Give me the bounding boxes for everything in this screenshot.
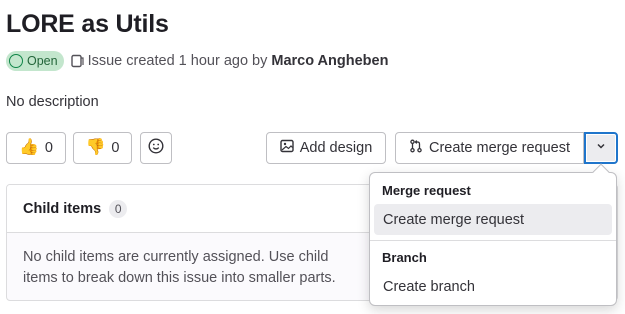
dropdown-arrow [592, 163, 610, 181]
thumbs-up-button[interactable]: 👍 0 [6, 132, 66, 164]
issue-meta: Open Issue created 1 hour ago by Marco A… [6, 50, 388, 71]
thumbs-down-count: 0 [111, 140, 120, 156]
merge-request-dropdown: Merge request Create merge request Branc… [369, 163, 617, 306]
dropdown-divider [370, 240, 616, 241]
add-design-button[interactable]: Add design [266, 132, 386, 164]
smiley-icon [148, 138, 164, 158]
issue-type-icon [70, 54, 84, 68]
thumbs-up-count: 0 [44, 140, 53, 156]
dropdown-group-merge-request: Merge request [382, 183, 471, 198]
page-title: LORE as Utils [6, 10, 169, 38]
child-items-empty-text: No child items are currently assigned. U… [23, 249, 336, 286]
thumbs-down-button[interactable]: 👎 0 [73, 132, 132, 164]
merge-request-icon [409, 139, 423, 157]
image-icon [280, 139, 294, 157]
issue-description: No description [6, 94, 99, 110]
merge-request-dropdown-toggle[interactable] [584, 132, 618, 164]
create-merge-request-label: Create merge request [428, 140, 571, 156]
created-text: Issue created 1 hour ago by [87, 52, 268, 69]
child-items-title: Child items [23, 200, 102, 217]
author-link[interactable]: Marco Angheben [271, 53, 388, 69]
issue-page: LORE as Utils Open Issue created 1 hour … [0, 0, 625, 314]
create-merge-request-button[interactable]: Create merge request [395, 132, 584, 164]
add-reaction-button[interactable] [140, 132, 172, 164]
child-items-count: 0 [109, 199, 128, 218]
dropdown-group-branch: Branch [382, 250, 427, 265]
status-badge: Open [6, 50, 64, 71]
dropdown-item-create-branch[interactable]: Create branch [374, 271, 612, 302]
issue-open-icon [9, 53, 23, 68]
thumbs-down-icon: 👎 [85, 139, 106, 156]
thumbs-up-icon: 👍 [19, 139, 39, 156]
add-design-label: Add design [299, 140, 373, 156]
dropdown-item-create-merge-request[interactable]: Create merge request [374, 204, 612, 235]
status-badge-label: Open [27, 53, 58, 68]
chevron-down-icon [595, 140, 607, 156]
